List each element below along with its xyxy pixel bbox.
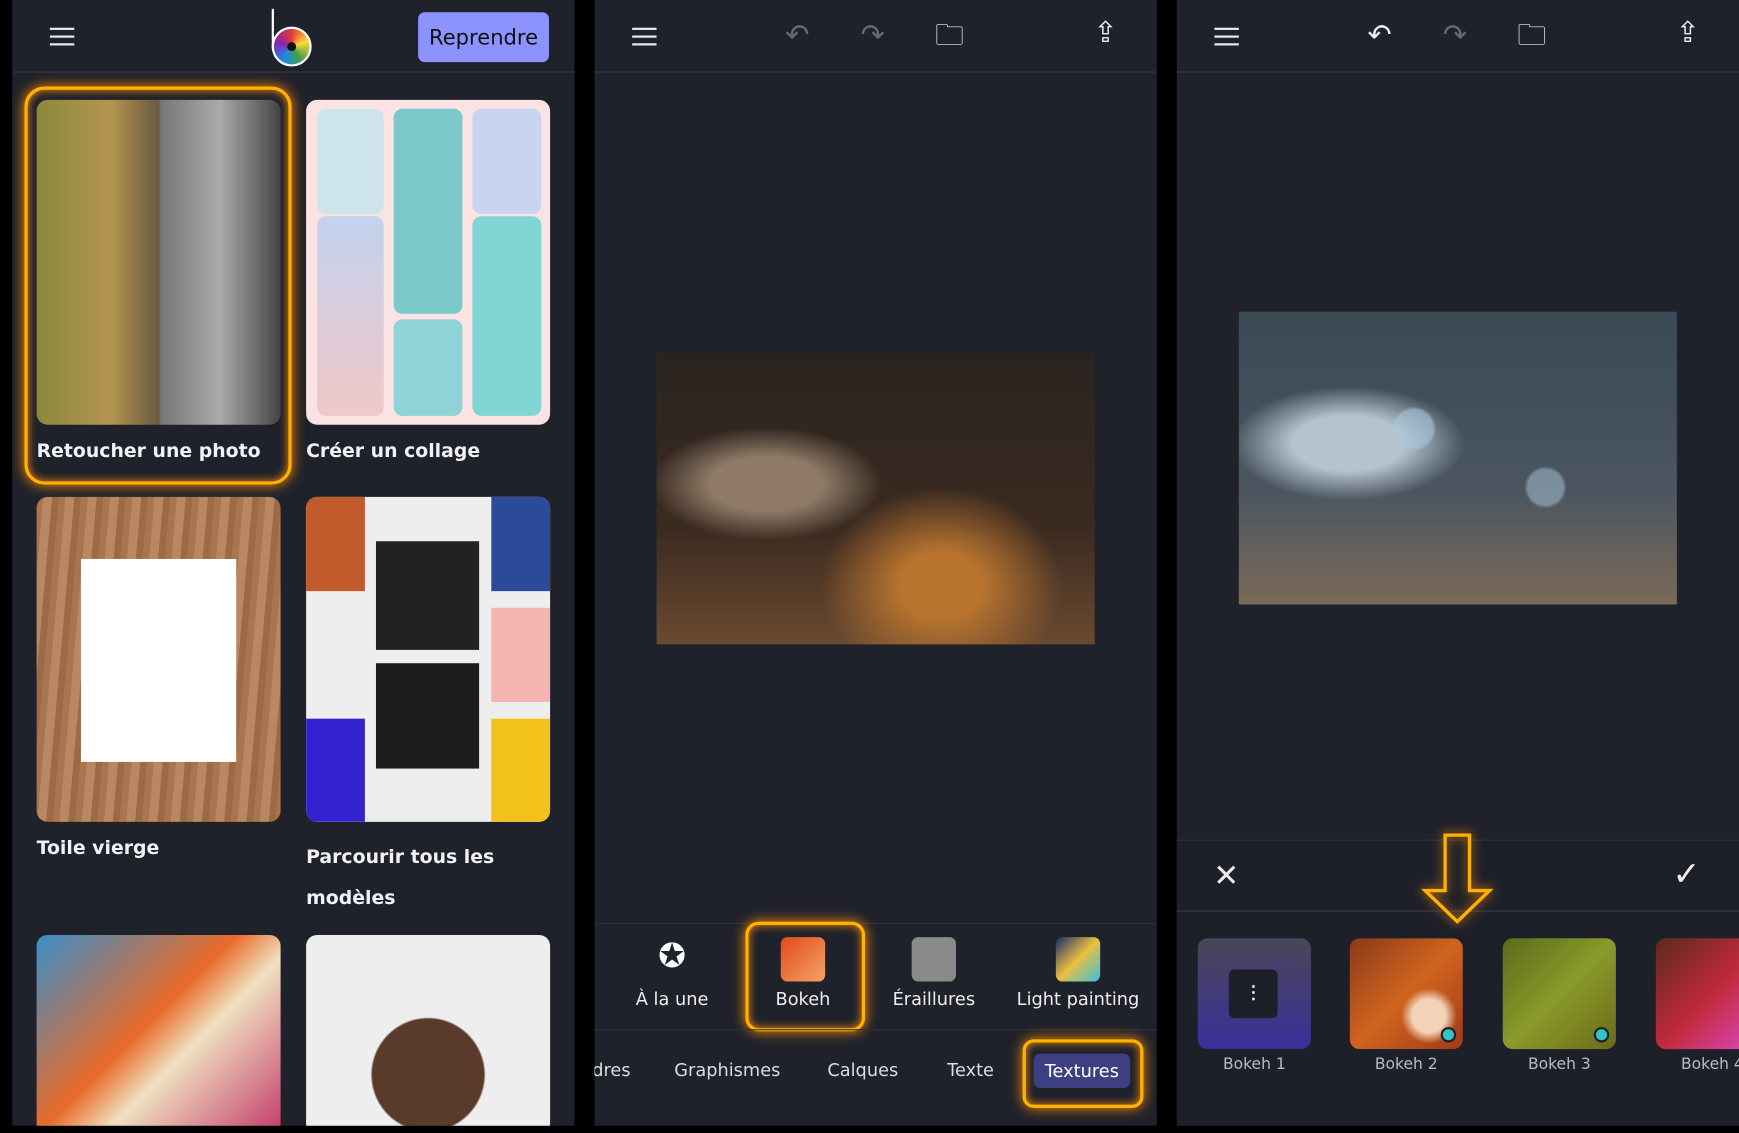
card-label: Toile vierge xyxy=(36,837,160,860)
bokeh-screen: ↶ ↷ 🗀 ⇪ ✕ ✓ ⫶ Bokeh 1 Bokeh 2 Bokeh 3 Bo… xyxy=(1176,0,1739,1126)
tool-label: Bokeh xyxy=(775,988,831,1010)
tool-light-painting[interactable]: Light painting xyxy=(1011,937,1144,1009)
preset-label: Bokeh 3 xyxy=(1527,1055,1591,1074)
bokeh-icon xyxy=(780,937,826,982)
card-label: Créer un collage xyxy=(306,440,481,463)
app-logo xyxy=(271,8,316,67)
tab-frames[interactable]: dres xyxy=(594,1059,630,1080)
divider xyxy=(594,922,1157,924)
editor-screen: ↶ ↷ 🗀 ⇪ ✪ À la une Bokeh Éraillures Light… xyxy=(594,0,1157,1126)
folder-icon[interactable]: 🗀 xyxy=(1517,21,1546,50)
glitch-card[interactable] xyxy=(306,934,551,1126)
preset-label: Bokeh 1 xyxy=(1222,1055,1286,1074)
divider xyxy=(594,1029,1157,1031)
arrow-down-icon xyxy=(1421,833,1494,924)
tab-textures[interactable]: Textures xyxy=(1033,1053,1131,1088)
tool-scratches[interactable]: Éraillures xyxy=(867,937,1000,1009)
header: ↶ ↷ 🗀 ⇪ xyxy=(1176,0,1739,74)
check-icon[interactable]: ✓ xyxy=(1672,858,1700,891)
redo-icon[interactable]: ↷ xyxy=(861,21,885,50)
card-label: Retoucher une photo xyxy=(36,440,261,463)
photo-canvas[interactable] xyxy=(656,352,1095,645)
share-icon[interactable]: ⇪ xyxy=(1676,19,1700,48)
collage-card[interactable] xyxy=(306,99,551,425)
laurel-star-icon: ✪ xyxy=(658,937,687,976)
bokeh-preset[interactable] xyxy=(1349,938,1463,1050)
templates-card[interactable] xyxy=(306,496,551,822)
premium-badge xyxy=(1440,1026,1457,1043)
tool-label: À la une xyxy=(635,988,709,1010)
light-painting-icon xyxy=(1055,937,1101,982)
resume-button[interactable]: Reprendre xyxy=(418,12,549,63)
blank-canvas-card[interactable] xyxy=(36,496,281,822)
tool-featured[interactable]: ✪ À la une xyxy=(606,937,739,1009)
retouch-photo-card[interactable] xyxy=(36,99,281,425)
card-label: Parcourir tous les modèles xyxy=(306,846,495,910)
bokeh-preset[interactable] xyxy=(1655,938,1739,1050)
menu-icon[interactable] xyxy=(632,27,657,46)
bokeh-preset[interactable] xyxy=(1502,938,1616,1050)
menu-icon[interactable] xyxy=(1214,27,1239,46)
undo-icon[interactable]: ↶ xyxy=(785,21,809,50)
tool-label: Éraillures xyxy=(892,988,976,1010)
tool-label: Light painting xyxy=(1016,988,1140,1010)
header: Reprendre xyxy=(12,0,575,74)
adjust-sliders-icon: ⫶ xyxy=(1228,969,1278,1019)
share-icon[interactable]: ⇪ xyxy=(1094,19,1118,48)
art-card[interactable] xyxy=(36,934,281,1126)
tab-graphics[interactable]: Graphismes xyxy=(674,1059,780,1080)
bokeh-preset[interactable]: ⫶ xyxy=(1197,938,1311,1050)
menu-icon[interactable] xyxy=(49,27,75,46)
undo-icon[interactable]: ↶ xyxy=(1367,21,1391,50)
photo-canvas[interactable] xyxy=(1238,311,1677,605)
tab-text[interactable]: Texte xyxy=(947,1059,994,1080)
scratches-icon xyxy=(911,937,957,982)
header: ↶ ↷ 🗀 ⇪ xyxy=(594,0,1157,74)
tab-layers[interactable]: Calques xyxy=(827,1059,898,1080)
premium-badge xyxy=(1593,1026,1610,1043)
preset-label: Bokeh 4 xyxy=(1680,1055,1739,1074)
tool-bokeh[interactable]: Bokeh xyxy=(736,937,869,1009)
close-icon[interactable]: ✕ xyxy=(1213,860,1239,892)
preset-label: Bokeh 2 xyxy=(1374,1055,1438,1074)
redo-icon[interactable]: ↷ xyxy=(1443,21,1467,50)
home-screen: Reprendre Retoucher une photo Créer un c… xyxy=(12,0,575,1126)
folder-icon[interactable]: 🗀 xyxy=(935,21,964,50)
